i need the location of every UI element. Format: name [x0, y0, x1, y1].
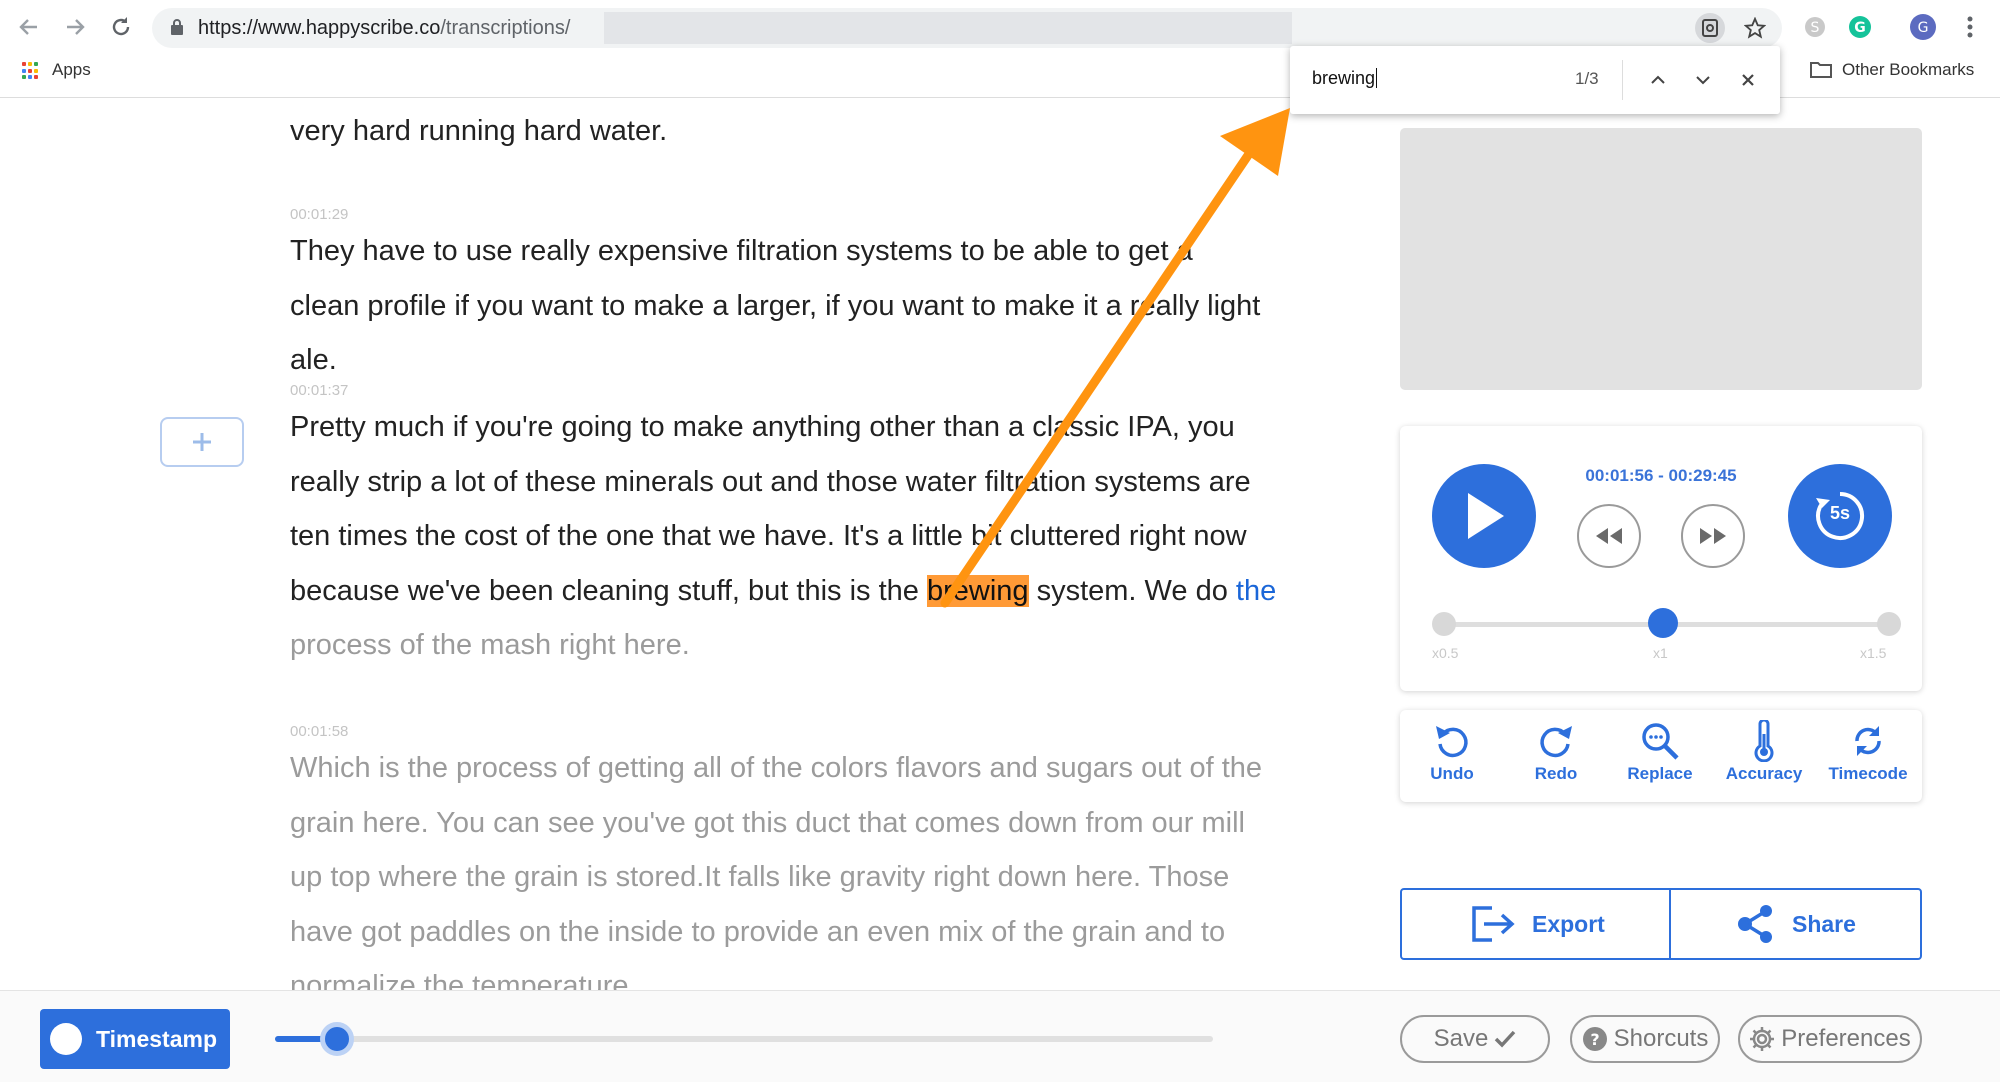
- find-match-count: 1/3: [1575, 69, 1599, 88]
- find-in-page-button[interactable]: [1695, 13, 1725, 43]
- find-page-icon: [1702, 19, 1718, 37]
- plus-icon: [193, 433, 211, 451]
- forward-arrow-icon: [67, 19, 85, 35]
- paragraph-timestamp[interactable]: 00:01:29: [290, 206, 348, 223]
- accuracy-tool[interactable]: Accuracy: [1714, 718, 1814, 798]
- rewind-icon: [1596, 528, 1622, 544]
- paragraph-text-rest: process of the mash right here.: [290, 629, 690, 661]
- speed-label-min: x0.5: [1432, 645, 1459, 661]
- shortcuts-button[interactable]: ? Shorcuts: [1570, 1015, 1720, 1063]
- media-player: 00:01:56 - 00:29:45 5s x0.5 x1 x1.5: [1400, 426, 1922, 691]
- forward-button[interactable]: [58, 10, 92, 44]
- apps-grid-icon[interactable]: [22, 62, 40, 80]
- star-icon: [1744, 17, 1766, 39]
- play-icon: [1468, 493, 1504, 539]
- redo-tool[interactable]: Redo: [1506, 718, 1606, 798]
- undo-icon: [1436, 726, 1468, 758]
- find-close-button[interactable]: [1734, 66, 1762, 94]
- search-icon: [1642, 723, 1679, 760]
- skip-seconds-label: 5s: [1829, 503, 1851, 523]
- find-divider: [1622, 60, 1623, 100]
- find-previous-button[interactable]: [1644, 66, 1672, 94]
- skype-extension-button[interactable]: S: [1800, 12, 1830, 42]
- back-button[interactable]: [12, 10, 46, 44]
- share-button[interactable]: Share: [1736, 890, 1856, 958]
- folder-icon: [1810, 62, 1832, 78]
- speed-min-stop[interactable]: [1432, 612, 1456, 636]
- fast-forward-icon: [1700, 528, 1726, 544]
- url-text: https://www.happyscribe.co/transcription…: [198, 17, 571, 39]
- replace-tool[interactable]: Replace: [1610, 718, 1710, 798]
- redo-icon: [1540, 726, 1572, 758]
- transcript-intro-line[interactable]: very hard running hard water.: [290, 104, 1290, 159]
- transcript-paragraph-current[interactable]: Pretty much if you're going to make anyt…: [290, 400, 1290, 673]
- lock-icon: [171, 19, 183, 35]
- share-icon: [1738, 905, 1772, 943]
- svg-text:?: ?: [1590, 1030, 1599, 1049]
- reload-icon: [112, 17, 130, 36]
- find-in-page-bar: brewing 1/3: [1290, 46, 1780, 114]
- bookmark-star-button[interactable]: [1740, 13, 1770, 43]
- find-next-button[interactable]: [1689, 66, 1717, 94]
- search-highlight: brewing: [926, 574, 1029, 607]
- speed-label-mid: x1: [1653, 645, 1668, 661]
- back-arrow-icon: [19, 19, 37, 35]
- skype-icon: S: [1805, 17, 1825, 37]
- chevron-up-icon: [1651, 75, 1665, 84]
- transcript-paragraph[interactable]: Which is the process of getting all of t…: [290, 741, 1270, 990]
- svg-text:G: G: [1854, 20, 1866, 36]
- sync-icon: [1855, 726, 1881, 756]
- svg-text:S: S: [1811, 20, 1820, 36]
- speed-max-stop[interactable]: [1877, 612, 1901, 636]
- skip-back-5s-button[interactable]: 5s: [1788, 464, 1892, 568]
- chevron-down-icon: [1696, 76, 1710, 85]
- svg-text:G: G: [1918, 20, 1929, 36]
- playback-progress-track[interactable]: [275, 1036, 1213, 1042]
- gear-icon: [1750, 1027, 1775, 1051]
- actions-divider: [1669, 890, 1671, 958]
- thermometer-icon: [1754, 720, 1774, 762]
- speed-slider-knob[interactable]: [1648, 608, 1678, 638]
- speed-label-max: x1.5: [1860, 645, 1887, 661]
- current-word: the: [1235, 574, 1277, 607]
- paragraph-text-after: system. We do: [1028, 574, 1236, 607]
- url-redaction: [604, 12, 1292, 44]
- bottom-toolbar: Timestamp Save ? Shorcuts Preferences: [0, 990, 2000, 1082]
- avatar-icon: G: [1910, 14, 1936, 40]
- close-icon: [1742, 74, 1754, 86]
- playback-progress-knob[interactable]: [319, 1022, 354, 1056]
- browser-menu-button[interactable]: [1955, 12, 1985, 42]
- fast-forward-button[interactable]: [1681, 504, 1745, 568]
- editor-tools: Undo Redo Replace Accuracy Timecode: [1400, 710, 1922, 802]
- export-icon: [1472, 906, 1515, 942]
- add-paragraph-button[interactable]: [160, 417, 244, 467]
- timecode-tool[interactable]: Timecode: [1818, 718, 1918, 798]
- paragraph-timestamp[interactable]: 00:01:37: [290, 382, 348, 399]
- export-button[interactable]: Export: [1470, 890, 1605, 958]
- apps-bookmark[interactable]: Apps: [52, 60, 91, 80]
- find-query-input[interactable]: brewing: [1312, 68, 1378, 89]
- undo-tool[interactable]: Undo: [1402, 718, 1502, 798]
- preferences-button[interactable]: Preferences: [1738, 1015, 1922, 1063]
- paragraph-timestamp[interactable]: 00:01:58: [290, 723, 348, 740]
- grammarly-icon: G: [1849, 16, 1871, 38]
- transcript-paragraph[interactable]: They have to use really expensive filtra…: [290, 224, 1270, 388]
- checkmark-icon: [1495, 1030, 1516, 1048]
- profile-avatar-button[interactable]: G: [1908, 12, 1938, 42]
- kebab-menu-icon: [1967, 16, 1973, 38]
- timestamp-button[interactable]: Timestamp: [40, 1009, 230, 1069]
- help-icon: ?: [1582, 1027, 1607, 1051]
- record-dot-icon: [50, 1023, 82, 1055]
- rewind-button[interactable]: [1577, 504, 1641, 568]
- video-preview: [1400, 128, 1922, 390]
- grammarly-extension-button[interactable]: G: [1845, 12, 1875, 42]
- transcript-editor[interactable]: very hard running hard water. 00:01:29 T…: [290, 98, 1300, 990]
- export-share-group: Export Share: [1400, 888, 1922, 960]
- address-bar[interactable]: https://www.happyscribe.co/transcription…: [152, 8, 1782, 48]
- reload-button[interactable]: [104, 10, 138, 44]
- save-button[interactable]: Save: [1400, 1015, 1550, 1063]
- other-bookmarks-folder[interactable]: Other Bookmarks: [1842, 60, 1974, 80]
